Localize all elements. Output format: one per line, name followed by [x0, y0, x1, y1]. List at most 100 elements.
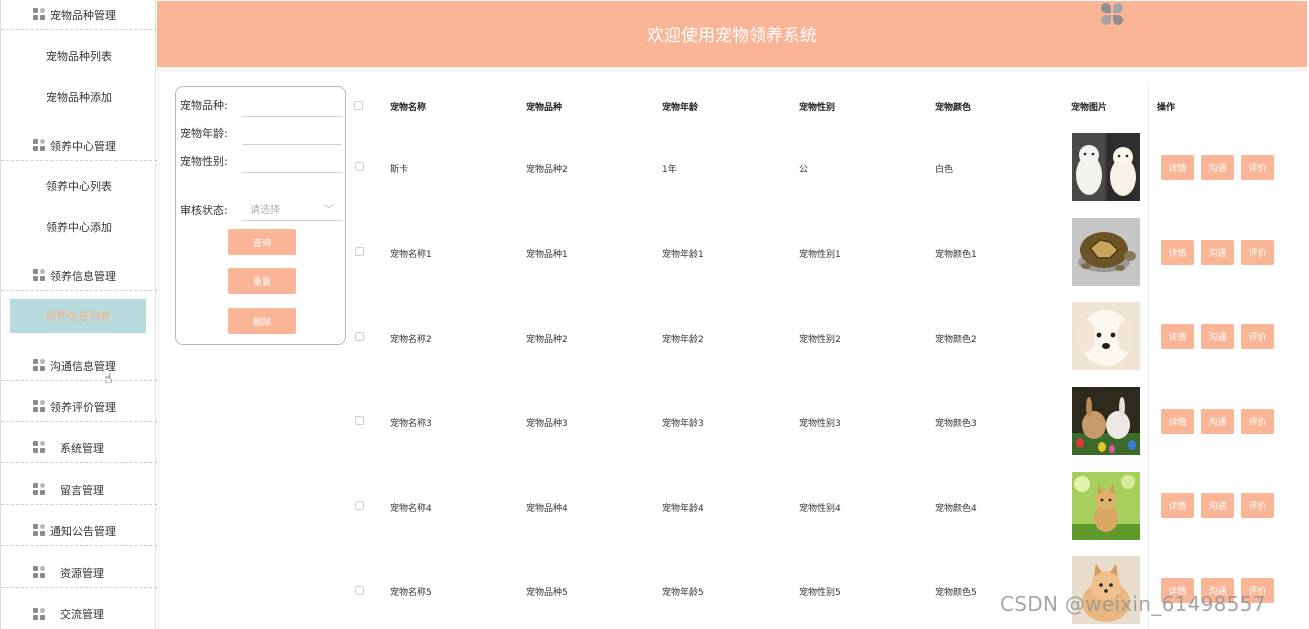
sidebar-group-message[interactable]: 留言管理 [1, 475, 157, 505]
reset-button[interactable]: 重置 [228, 268, 296, 294]
grid-icon [33, 8, 46, 21]
column-header-color: 宠物颜色 [935, 103, 972, 113]
column-header-gender: 宠物性别 [799, 103, 836, 113]
sidebar-group-adoption-info[interactable]: 领养信息管理 [1, 261, 157, 291]
logo-icon [1100, 1, 1124, 29]
pet-image-kitten [1072, 472, 1140, 540]
cell-age: 宠物年龄2 [662, 335, 704, 345]
status-label: 审核状态: [180, 204, 228, 217]
breed-label: 宠物品种: [180, 99, 228, 112]
sidebar-group-communication[interactable]: 沟通信息管理 [1, 351, 157, 381]
sidebar: 宠物品种管理 宠物品种列表 宠物品种添加 领养中心管理 领养中心列表 领养中心添… [0, 0, 157, 629]
grid-icon [33, 269, 46, 282]
review-button[interactable]: 评价 [1241, 409, 1274, 434]
sidebar-item-breed-add[interactable]: 宠物品种添加 [1, 83, 157, 111]
sidebar-item-center-list[interactable]: 领养中心列表 [1, 172, 157, 200]
sidebar-group-label: 领养信息管理 [50, 269, 116, 283]
cell-age: 宠物年龄5 [662, 588, 704, 598]
pet-image-tortoise [1072, 218, 1140, 286]
column-header-breed: 宠物品种 [526, 103, 563, 113]
grid-icon [33, 524, 46, 537]
cell-breed: 宠物品种2 [526, 335, 568, 345]
status-placeholder: 请选择 [250, 205, 280, 216]
grid-icon [33, 139, 46, 152]
cell-breed: 宠物品种5 [526, 588, 568, 598]
watermark: CSDN @weixin_61498557 [1000, 592, 1266, 616]
chat-button[interactable]: 沟通 [1201, 324, 1234, 349]
chat-button[interactable]: 沟通 [1201, 409, 1234, 434]
sidebar-group-system[interactable]: 系统管理 [1, 433, 157, 463]
gender-label: 宠物性别: [180, 155, 228, 168]
detail-button[interactable]: 详情 [1161, 155, 1194, 180]
sidebar-group-resource[interactable]: 资源管理 [1, 558, 157, 588]
cell-age: 宠物年龄1 [662, 250, 704, 260]
age-label: 宠物年龄: [180, 127, 228, 140]
cell-name: 宠物名称3 [390, 419, 432, 429]
actions-column-divider [1148, 86, 1149, 629]
cell-name: 宠物名称1 [390, 250, 432, 260]
detail-button[interactable]: 详情 [1161, 493, 1194, 518]
review-button[interactable]: 评价 [1241, 155, 1274, 180]
cell-color: 宠物颜色2 [935, 335, 977, 345]
select-all-checkbox[interactable] [354, 101, 363, 110]
sidebar-group-label: 留言管理 [60, 483, 104, 497]
sidebar-group-label: 领养评价管理 [50, 400, 116, 414]
row-checkbox[interactable] [355, 501, 364, 510]
column-header-actions: 操作 [1157, 103, 1176, 113]
cell-age: 宠物年龄3 [662, 419, 704, 429]
row-checkbox[interactable] [355, 586, 364, 595]
status-select[interactable]: 请选择 ﹀ [242, 197, 342, 221]
sidebar-item-breed-list[interactable]: 宠物品种列表 [1, 42, 157, 70]
sidebar-group-label: 领养中心管理 [50, 139, 116, 153]
chevron-down-icon: ﹀ [324, 205, 334, 216]
detail-button[interactable]: 详情 [1161, 324, 1194, 349]
pet-image-pomeranians [1072, 133, 1140, 201]
sidebar-group-exchange[interactable]: 交流管理 [1, 599, 157, 629]
row-checkbox[interactable] [355, 416, 364, 425]
page-title: 欢迎使用宠物领养系统 [647, 26, 817, 46]
breed-input[interactable] [242, 97, 342, 117]
sidebar-item-adoption-list[interactable]: 领养信息列表 [10, 299, 146, 333]
cell-gender: 宠物性别4 [799, 504, 841, 514]
cell-age: 宠物年龄4 [662, 504, 704, 514]
cell-name: 宠物名称4 [390, 504, 432, 514]
sidebar-group-adoption-center[interactable]: 领养中心管理 [1, 131, 157, 161]
row-checkbox[interactable] [355, 247, 364, 256]
cell-color: 宠物颜色5 [935, 588, 977, 598]
sidebar-group-label: 资源管理 [60, 566, 104, 580]
review-button[interactable]: 评价 [1241, 493, 1274, 518]
sidebar-group-pet-breed[interactable]: 宠物品种管理 [1, 0, 157, 30]
search-panel: 宠物品种: 宠物年龄: 宠物性别: 审核状态: 请选择 ﹀ 查询 重置 删除 [175, 86, 346, 345]
delete-button[interactable]: 删除 [228, 308, 296, 334]
chat-button[interactable]: 沟通 [1201, 240, 1234, 265]
cell-breed: 宠物品种4 [526, 504, 568, 514]
cell-name: 斯卡 [390, 165, 409, 175]
cell-name: 宠物名称2 [390, 335, 432, 345]
sidebar-group-adoption-review[interactable]: 领养评价管理 [1, 392, 157, 422]
column-header-age: 宠物年龄 [662, 103, 699, 113]
query-button[interactable]: 查询 [228, 229, 296, 255]
grid-icon [33, 607, 46, 621]
column-header-image: 宠物图片 [1071, 103, 1108, 113]
row-checkbox[interactable] [355, 332, 364, 341]
cell-gender: 宠物性别5 [799, 588, 841, 598]
cell-breed: 宠物品种3 [526, 419, 568, 429]
grid-icon [33, 359, 46, 372]
review-button[interactable]: 评价 [1241, 240, 1274, 265]
gender-input[interactable] [242, 153, 342, 173]
column-header-name: 宠物名称 [390, 103, 427, 113]
review-button[interactable]: 评价 [1241, 324, 1274, 349]
detail-button[interactable]: 详情 [1161, 409, 1194, 434]
cell-gender: 宠物性别3 [799, 419, 841, 429]
sidebar-item-center-add[interactable]: 领养中心添加 [1, 213, 157, 241]
chat-button[interactable]: 沟通 [1201, 493, 1234, 518]
row-checkbox[interactable] [355, 162, 364, 171]
pet-image-rabbits [1072, 387, 1140, 455]
detail-button[interactable]: 详情 [1161, 240, 1194, 265]
cell-gender: 宠物性别2 [799, 335, 841, 345]
chat-button[interactable]: 沟通 [1201, 155, 1234, 180]
age-input[interactable] [242, 125, 342, 145]
cell-color: 白色 [935, 165, 954, 175]
sidebar-group-label: 交流管理 [60, 608, 104, 621]
sidebar-group-notice[interactable]: 通知公告管理 [1, 516, 157, 546]
